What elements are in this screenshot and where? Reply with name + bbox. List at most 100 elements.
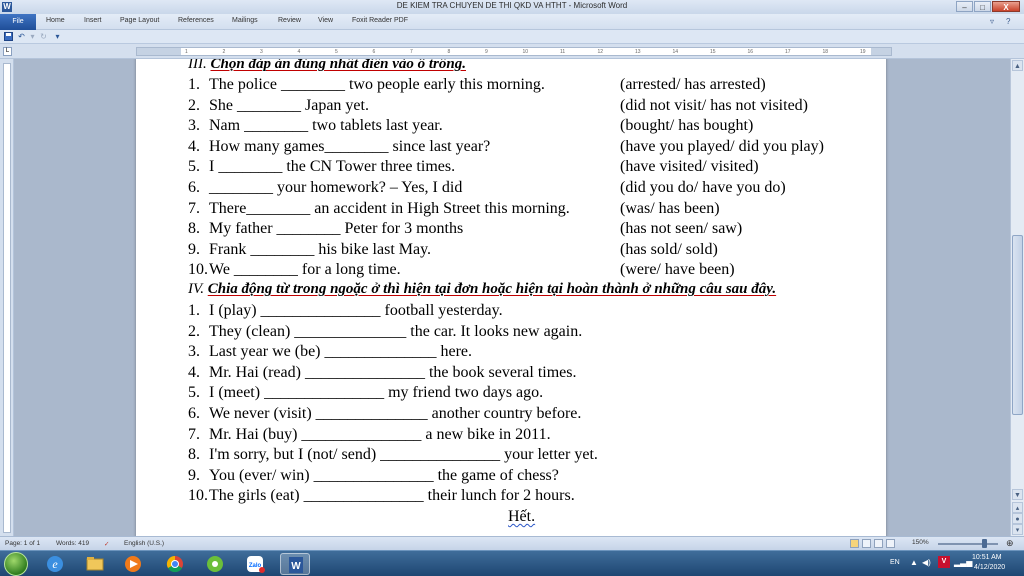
answer-choices: (arrested/ has arrested) — [620, 76, 766, 93]
ruler-tick: 19 — [860, 49, 866, 55]
tab-view[interactable]: View — [318, 17, 333, 24]
question-text: Nam ________ two tablets last year. — [209, 117, 443, 135]
document-page[interactable]: III. Chọn đáp án đúng nhất điền vào ô tr… — [136, 59, 886, 536]
scroll-down-icon[interactable]: ▼ — [1012, 489, 1023, 500]
vertical-ruler[interactable] — [0, 59, 14, 536]
previous-page-icon[interactable]: ▴ — [1012, 502, 1023, 513]
question-row: 9. Frank ________ his bike last May. (has … — [188, 241, 878, 261]
chrome-icon[interactable] — [160, 553, 190, 575]
zalo-icon[interactable]: Zalo — [240, 553, 270, 575]
green-app-icon[interactable] — [200, 553, 230, 575]
answer-choices: (bought/ has bought) — [620, 117, 754, 135]
clock-date[interactable]: 4/12/2020 — [974, 564, 1005, 571]
word-taskbar-icon[interactable]: W — [280, 553, 310, 575]
tab-review[interactable]: Review — [278, 17, 301, 24]
save-icon[interactable] — [4, 32, 13, 41]
answer-choices: (did not visit/ has not visited) — [620, 96, 808, 114]
tab-foxit-reader-pdf[interactable]: Foxit Reader PDF — [352, 17, 408, 24]
tab-page-layout[interactable]: Page Layout — [120, 17, 159, 24]
question-number: 7. — [188, 199, 200, 217]
page-count[interactable]: Page: 1 of 1 — [5, 540, 40, 547]
antivirus-tray-icon[interactable]: V — [938, 556, 950, 568]
question-text: We ________ for a long time. — [209, 261, 401, 279]
maximize-button[interactable]: □ — [974, 1, 991, 12]
network-signal-icon[interactable]: ▂▃▅ — [954, 558, 972, 567]
outline-view-icon[interactable] — [886, 539, 895, 548]
question-text: Last year we (be) ______________ here. — [209, 343, 473, 361]
ruler-tick: 3 — [260, 49, 263, 55]
undo-icon[interactable]: ↶ — [17, 32, 26, 41]
redo-icon[interactable]: ↻ — [39, 32, 48, 41]
horizontal-ruler[interactable]: L 1 2 3 4 5 6 7 8 9 10 11 12 13 14 15 16 17 18 19 — [0, 44, 1024, 59]
ruler-tick: 11 — [560, 49, 566, 55]
scroll-up-icon[interactable]: ▲ — [1012, 60, 1023, 71]
media-player-icon[interactable] — [118, 553, 148, 575]
proofing-icon[interactable]: ✓ — [104, 540, 109, 548]
tab-insert[interactable]: Insert — [84, 17, 102, 24]
question-number: 6. — [188, 179, 200, 196]
word-count[interactable]: Words: 419 — [56, 540, 89, 547]
question-number: 8. — [188, 446, 200, 464]
scrollbar-thumb[interactable] — [1012, 235, 1023, 415]
ruler-tick: 17 — [785, 49, 791, 55]
ruler-tick: 15 — [710, 49, 716, 55]
status-bar: Page: 1 of 1 Words: 419 ✓ English (U.S.)… — [0, 536, 1024, 550]
svg-text:e: e — [52, 557, 58, 571]
zoom-slider-knob[interactable] — [982, 539, 987, 548]
svg-text:W: W — [291, 561, 301, 572]
question-row: 1. I (play) _______________ football yest… — [188, 302, 878, 322]
zoom-slider[interactable] — [938, 543, 998, 545]
question-row: 8. My father ________ Peter for 3 months (… — [188, 220, 878, 240]
question-row: 7. Mr. Hai (buy) _______________ a new bi… — [188, 426, 878, 446]
tab-mailings[interactable]: Mailings — [232, 17, 258, 24]
document-area[interactable]: III. Chọn đáp án đúng nhất điền vào ô tr… — [14, 59, 1010, 536]
question-number: 5. — [188, 158, 200, 176]
question-text: I (meet) _______________ my friend two d… — [209, 384, 544, 402]
zoom-level[interactable]: 150% — [912, 539, 929, 546]
tab-file[interactable]: File — [0, 14, 36, 30]
clock-time[interactable]: 10:51 AM — [972, 554, 1002, 561]
question-row: 4. Mr. Hai (read) _______________ the boo… — [188, 364, 878, 384]
question-row: 10. The girls (eat) _______________ their… — [188, 487, 878, 507]
zoom-in-icon[interactable]: ⊕ — [1006, 538, 1014, 549]
question-number: 10. — [188, 261, 208, 279]
customize-toolbar-icon[interactable]: ▾ — [53, 32, 62, 41]
ruler-tick: 2 — [222, 49, 226, 55]
full-screen-view-icon[interactable] — [862, 539, 871, 548]
tab-references[interactable]: References — [178, 17, 214, 24]
internet-explorer-icon[interactable]: e — [40, 553, 70, 575]
start-button-icon[interactable] — [4, 552, 28, 576]
print-layout-view-icon[interactable] — [850, 539, 859, 548]
tab-home[interactable]: Home — [46, 17, 65, 24]
language-tray[interactable]: EN — [890, 559, 900, 566]
answer-choices: (did you do/ have you do) — [620, 179, 786, 196]
title-bar: W DE KIEM TRA CHUYEN DE THI QKD VA HTHT … — [0, 0, 1024, 14]
question-number: 6. — [188, 405, 200, 422]
question-number: 3. — [188, 343, 200, 361]
web-layout-view-icon[interactable] — [874, 539, 883, 548]
answer-choices: (were/ have been) — [620, 261, 735, 279]
help-icon[interactable]: ? — [1006, 17, 1010, 26]
ribbon-minimize-icon[interactable]: ▿ — [990, 17, 994, 26]
browse-object-icon[interactable]: ● — [1012, 513, 1023, 524]
answer-choices: (has sold/ sold) — [620, 240, 718, 258]
show-hidden-icons-icon[interactable]: ▲ — [910, 558, 918, 567]
file-explorer-icon[interactable] — [80, 553, 110, 575]
dropdown-arrow-icon[interactable]: ▾ — [28, 32, 37, 41]
question-text: My father ________ Peter for 3 months — [209, 220, 464, 238]
vertical-scrollbar[interactable]: ▲ ▼ ▴ ● ▾ — [1010, 59, 1024, 536]
ruler-tick: 7 — [410, 49, 413, 55]
tab-selector-icon[interactable]: L — [3, 47, 12, 56]
next-page-icon[interactable]: ▾ — [1012, 524, 1023, 535]
ruler-tick: 4 — [297, 49, 301, 55]
close-button[interactable]: X — [992, 1, 1020, 12]
question-row: 10. We ________ for a long time. (were/ ha… — [188, 261, 878, 281]
question-text: We never (visit) ______________ another … — [209, 405, 582, 422]
ruler-tick: 10 — [522, 49, 529, 55]
language-indicator[interactable]: English (U.S.) — [124, 540, 164, 547]
question-text: ________ your homework? – Yes, I did — [209, 179, 463, 196]
question-number: 9. — [188, 466, 200, 484]
minimize-button[interactable]: – — [956, 1, 973, 12]
volume-icon[interactable]: ◀) — [922, 558, 931, 567]
answer-choices: (was/ has been) — [620, 199, 720, 217]
